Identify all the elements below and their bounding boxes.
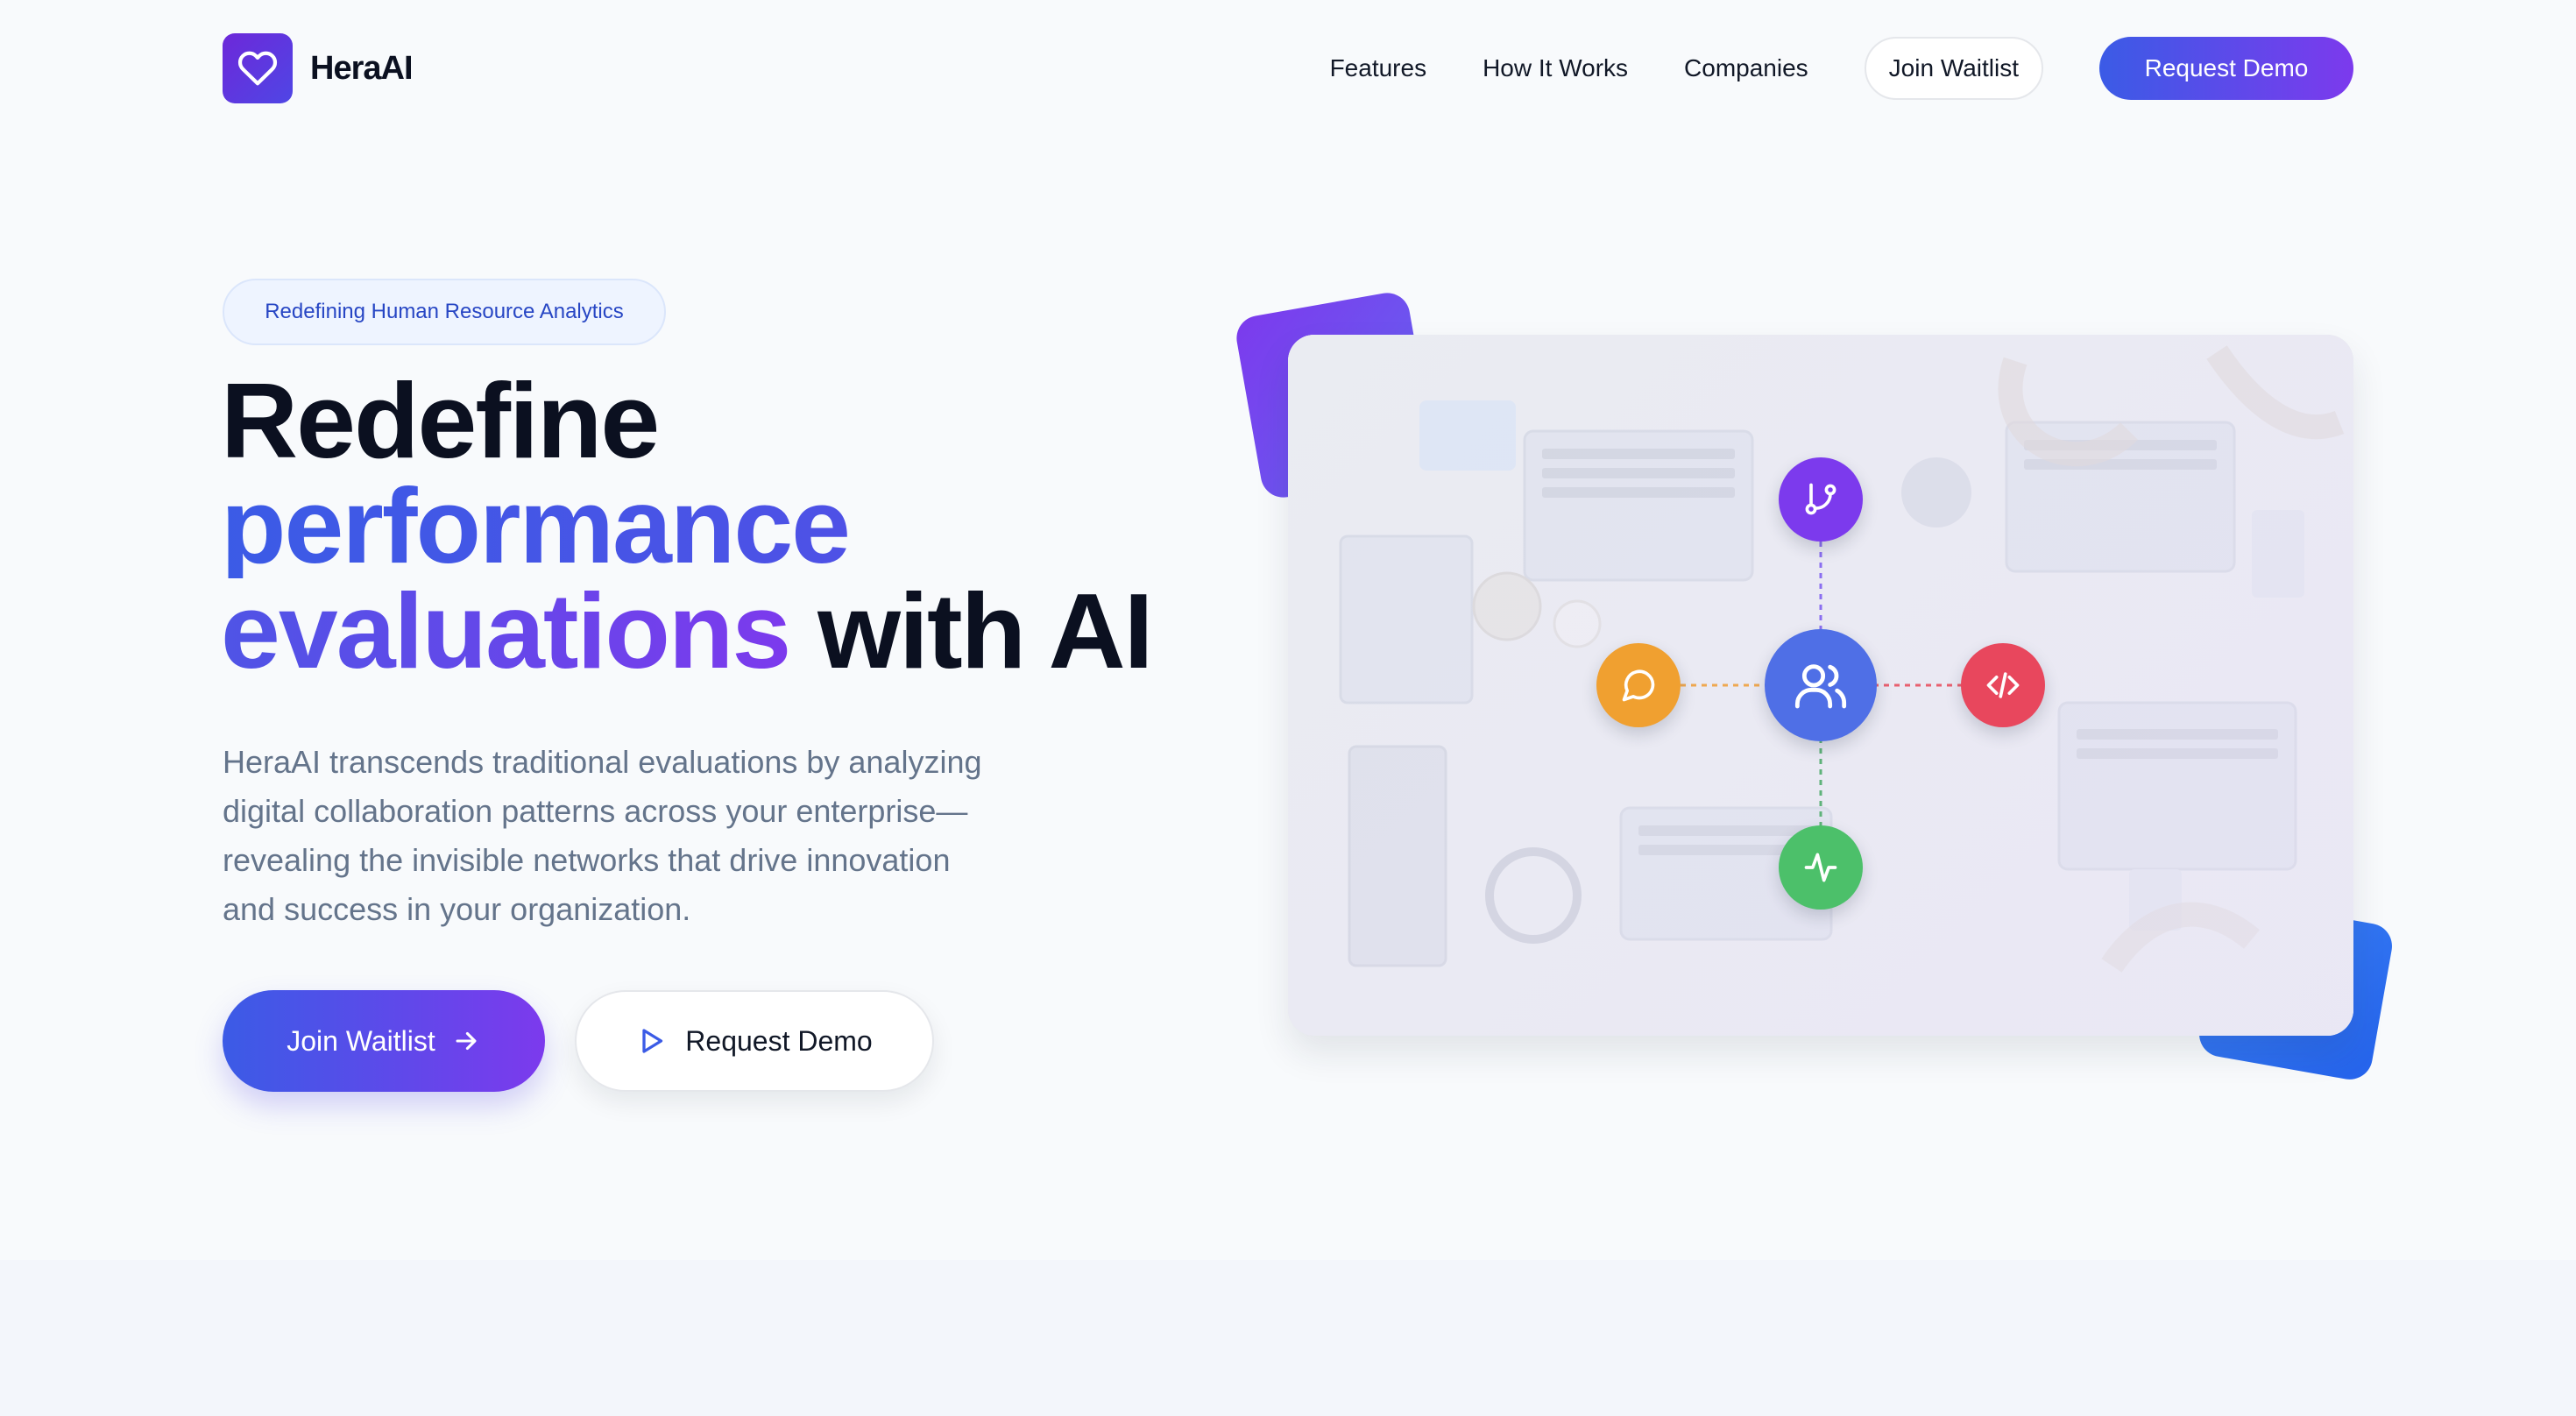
- nav-link-features[interactable]: Features: [1330, 54, 1427, 82]
- headline-line-2: performance: [221, 472, 1272, 579]
- hero-description: HeraAI transcends traditional evaluation…: [223, 744, 982, 927]
- arrow-right-icon: [456, 1031, 477, 1051]
- brand-name: HeraAI: [310, 49, 413, 87]
- nav-request-demo-button[interactable]: Request Demo: [2099, 37, 2353, 100]
- play-icon: [642, 1029, 663, 1053]
- heart-icon: [223, 33, 293, 103]
- nav-link-how-it-works[interactable]: How It Works: [1483, 54, 1628, 82]
- request-demo-button[interactable]: Request Demo: [575, 990, 934, 1092]
- brand[interactable]: HeraAI: [223, 33, 413, 103]
- headline-evaluations: evaluations: [221, 571, 791, 690]
- join-waitlist-button[interactable]: Join Waitlist: [223, 990, 545, 1092]
- hero-badge: Redefining Human Resource Analytics: [223, 279, 666, 345]
- hero-image-card: [1288, 335, 2353, 1036]
- nav-link-companies[interactable]: Companies: [1684, 54, 1808, 82]
- headline-with-ai: with AI: [817, 571, 1153, 690]
- request-demo-label: Request Demo: [685, 1024, 873, 1057]
- headline-line-3: evaluations with AI: [221, 577, 1272, 684]
- nav-menu: Features How It Works Companies Join Wai…: [1330, 37, 2353, 100]
- hero-headline: Redefine performance evaluations with AI: [221, 361, 1272, 684]
- code-icon: [1961, 643, 2045, 727]
- activity-icon: [1779, 825, 1863, 910]
- git-branch-icon: [1779, 457, 1863, 542]
- message-circle-icon: [1596, 643, 1681, 727]
- users-icon: [1765, 629, 1877, 741]
- join-waitlist-label: Join Waitlist: [287, 1024, 435, 1057]
- top-nav: HeraAI Features How It Works Companies J…: [223, 32, 2353, 105]
- headline-line-1: Redefine: [221, 361, 660, 480]
- hero-cta-row: Join Waitlist Request Demo: [223, 990, 934, 1092]
- nav-join-waitlist-button[interactable]: Join Waitlist: [1864, 37, 2043, 100]
- next-section-band: [0, 1260, 2576, 1416]
